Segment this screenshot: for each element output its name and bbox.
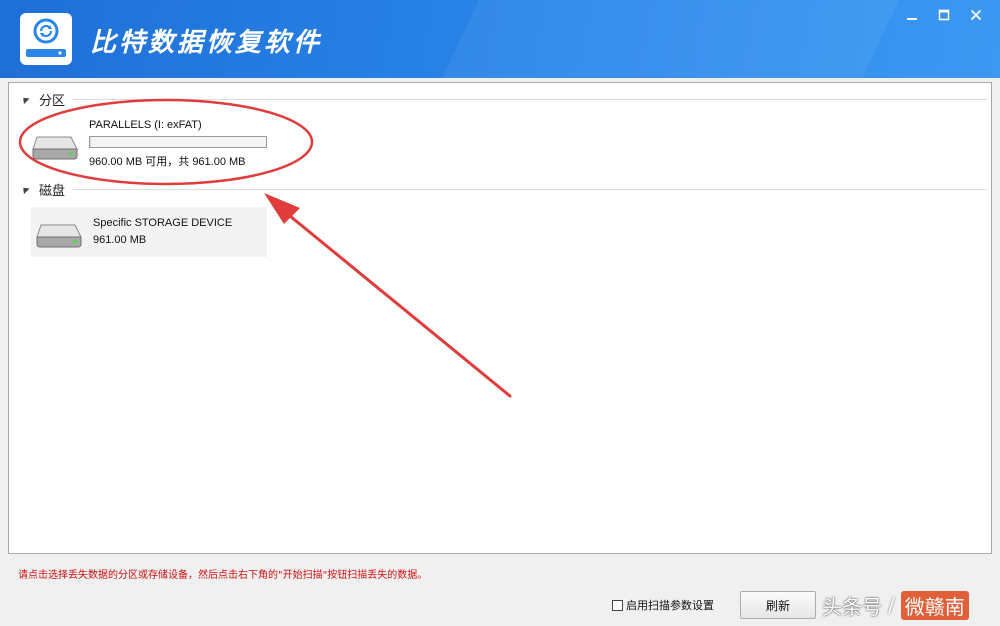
partition-section-header[interactable]: 分区 [20,89,987,109]
partition-section-label: 分区 [39,93,66,109]
disk-card[interactable]: Specific STORAGE DEVICE 961.00 MB [31,207,267,257]
close-icon[interactable] [960,4,992,26]
partition-name: PARALLELS (I: exFAT) [89,119,202,131]
disk-name: Specific STORAGE DEVICE [93,217,233,229]
scan-settings-option[interactable]: 启用扫描参数设置 [612,597,714,613]
hard-drive-icon [35,219,83,249]
watermark-author: 微赣南 [900,590,969,620]
watermark: 头条号 / 微赣南 [822,590,969,620]
scan-settings-label: 启用扫描参数设置 [626,599,714,612]
section-divider [73,98,987,100]
refresh-button[interactable]: 刷新 [740,591,816,619]
app-title: 比特数据恢复软件 [90,28,323,58]
partition-info: PARALLELS (I: exFAT) 960.00 MB 可用，共 961.… [89,117,267,169]
disk-section-label: 磁盘 [39,183,66,199]
partition-usage-bar [89,136,267,148]
watermark-separator: / [888,593,895,617]
title-bar-decoration [413,0,927,78]
title-bar: 比特数据恢复软件 [0,0,1000,78]
disk-info: Specific STORAGE DEVICE 961.00 MB [93,207,232,246]
partition-card[interactable]: PARALLELS (I: exFAT) 960.00 MB 可用，共 961.… [27,117,267,171]
window-controls [896,4,992,26]
minimize-icon[interactable] [896,4,928,26]
disk-recovery-logo-icon [20,13,72,65]
collapse-triangle-icon[interactable] [20,184,30,194]
partition-size: 960.00 MB 可用，共 961.00 MB [89,156,246,168]
instruction-hint: 请点击选择丢失数据的分区或存储设备，然后点击右下角的"开始扫描"按钮扫描丢失的数… [18,570,428,581]
device-panel: 分区 PARALLELS (I: exFAT) 960.00 MB 可用，共 9… [8,82,992,554]
maximize-icon[interactable] [928,4,960,26]
disk-section-header[interactable]: 磁盘 [20,179,987,199]
collapse-triangle-icon[interactable] [20,94,30,104]
hard-drive-icon [31,131,79,161]
scan-settings-checkbox[interactable] [612,599,623,611]
section-divider [73,188,987,190]
disk-size: 961.00 MB [93,234,147,246]
watermark-source: 头条号 [822,594,882,619]
